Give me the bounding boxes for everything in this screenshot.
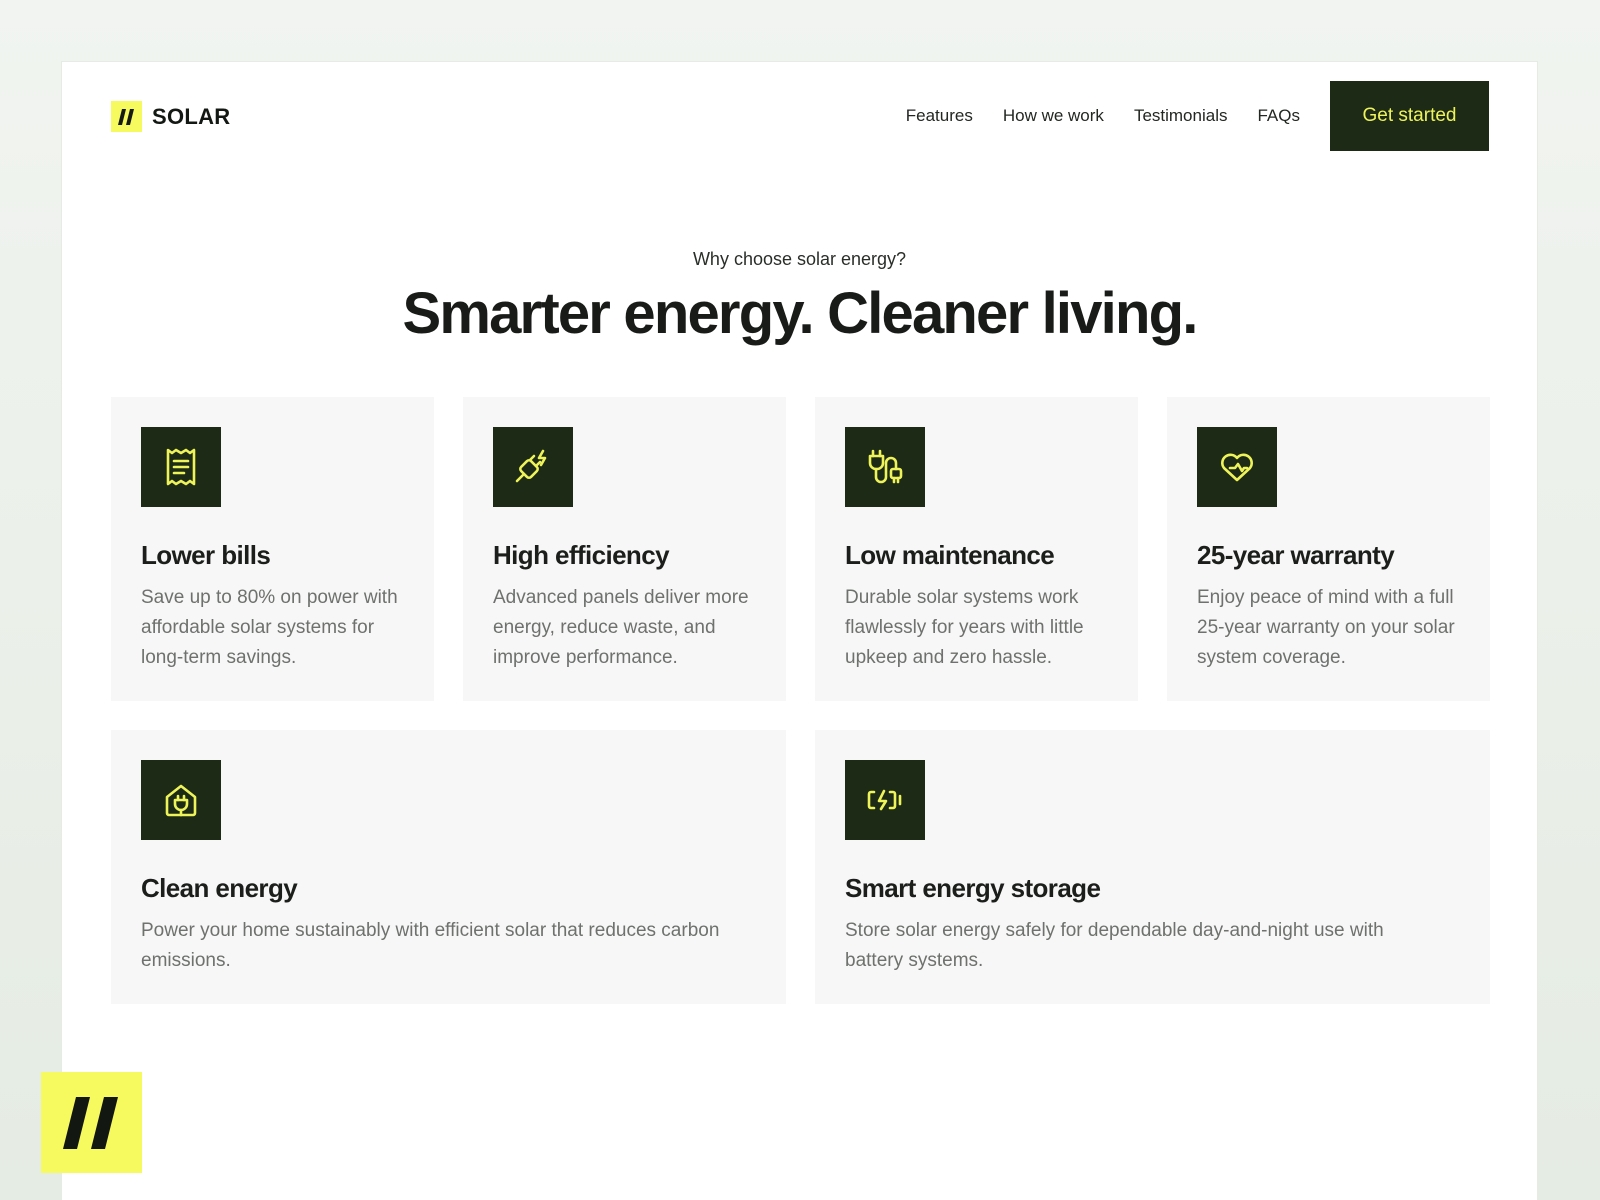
double-slash-brand-badge-icon — [41, 1072, 142, 1173]
top-navigation-bar: SOLAR Features How we work Testimonials … — [62, 62, 1537, 170]
receipt-icon — [141, 427, 221, 507]
nav-link-faqs[interactable]: FAQs — [1257, 106, 1300, 126]
nav-link-how-we-work[interactable]: How we work — [1003, 106, 1104, 126]
heart-shield-icon — [1197, 427, 1277, 507]
brand-name: SOLAR — [152, 103, 231, 129]
get-started-button[interactable]: Get started — [1330, 81, 1489, 151]
section-eyebrow: Why choose solar energy? — [692, 249, 907, 269]
feature-description: Power your home sustainably with efficie… — [141, 920, 720, 971]
feature-card-lower-bills: Lower bills Save up to 80% on power with… — [111, 397, 434, 701]
feature-title: 25-year warranty — [1197, 540, 1395, 570]
charging-cable-icon — [845, 427, 925, 507]
feature-title: Low maintenance — [845, 540, 1055, 570]
eco-home-icon — [141, 760, 221, 840]
feature-title: High efficiency — [493, 540, 670, 570]
feature-card-energy-storage: Smart energy storage Store solar energy … — [815, 730, 1490, 1004]
feature-description: Store solar energy safely for dependable… — [845, 920, 1384, 971]
feature-card-low-maintenance: Low maintenance Durable solar systems wo… — [815, 397, 1138, 701]
plug-bolt-icon — [493, 427, 573, 507]
feature-card-high-efficiency: High efficiency Advanced panels deliver … — [463, 397, 786, 701]
feature-description: Advanced panels deliver more energy, red… — [493, 587, 749, 668]
feature-description: Durable solar systems work flawlessly fo… — [845, 587, 1084, 668]
section-headline: Smarter energy. Cleaner living. — [402, 281, 1198, 346]
battery-charge-icon — [845, 760, 925, 840]
feature-description: Enjoy peace of mind with a full 25-year … — [1197, 587, 1455, 668]
feature-title: Clean energy — [141, 873, 298, 903]
feature-description: Save up to 80% on power with affordable … — [141, 587, 398, 668]
nav-link-features[interactable]: Features — [906, 106, 973, 126]
brand-logo[interactable]: SOLAR — [111, 101, 231, 132]
main-nav: Features How we work Testimonials FAQs G… — [906, 81, 1489, 151]
feature-title: Smart energy storage — [845, 873, 1101, 903]
nav-link-testimonials[interactable]: Testimonials — [1134, 106, 1228, 126]
feature-title: Lower bills — [141, 540, 271, 570]
feature-card-clean-energy: Clean energy Power your home sustainably… — [111, 730, 786, 1004]
landing-page: SOLAR Features How we work Testimonials … — [61, 61, 1538, 1200]
feature-card-warranty: 25-year warranty Enjoy peace of mind wit… — [1167, 397, 1490, 701]
double-slash-logo-icon — [111, 101, 142, 132]
